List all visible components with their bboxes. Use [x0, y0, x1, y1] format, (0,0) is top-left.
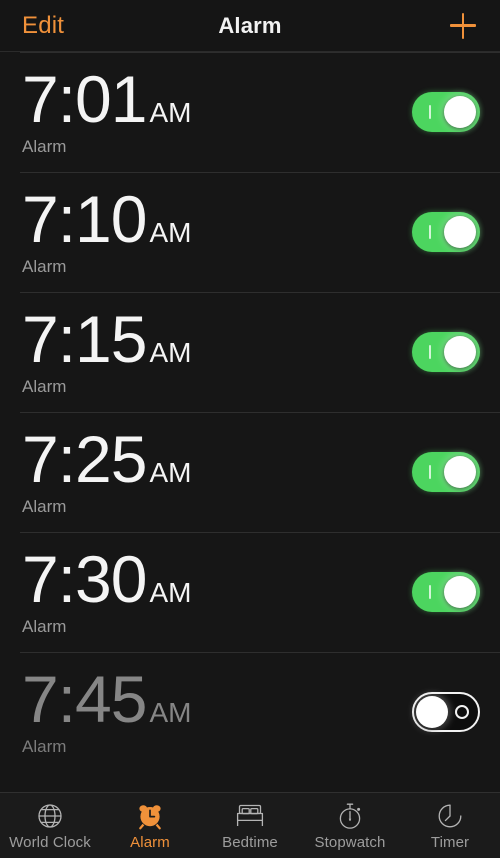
- alarm-time-meridiem: AM: [149, 696, 192, 728]
- alarm-time-digits: 7:15: [22, 301, 147, 376]
- stopwatch-icon: [336, 801, 364, 831]
- alarm-list: 7:01 AM Alarm 7:10 AM Alarm 7:15 AM Alar…: [0, 52, 500, 792]
- alarm-time-meridiem: AM: [149, 336, 192, 368]
- navigation-bar: Edit Alarm: [0, 0, 500, 52]
- tab-bar: World Clock Alarm Bedtime Stopwatch Time…: [0, 792, 500, 858]
- alarm-time: 7:01 AM: [22, 61, 192, 136]
- alarm-label: Alarm: [22, 737, 67, 757]
- alarm-toggle[interactable]: [412, 452, 480, 492]
- alarm-toggle[interactable]: [412, 212, 480, 252]
- alarm-toggle[interactable]: [412, 692, 480, 732]
- alarm-toggle[interactable]: [412, 332, 480, 372]
- alarm-toggle[interactable]: [412, 572, 480, 612]
- toggle-knob: [444, 96, 476, 128]
- toggle-knob: [444, 576, 476, 608]
- globe-icon: [36, 801, 64, 831]
- alarm-time-digits: 7:01: [22, 61, 147, 136]
- alarm-row[interactable]: 7:15 AM Alarm: [0, 292, 500, 412]
- alarm-row[interactable]: 7:45 AM Alarm: [0, 652, 500, 772]
- toggle-knob: [416, 696, 448, 728]
- alarm-time-digits: 7:10: [22, 181, 147, 256]
- alarm-row[interactable]: 7:30 AM Alarm: [0, 532, 500, 652]
- alarm-row[interactable]: 7:25 AM Alarm: [0, 412, 500, 532]
- toggle-on-mark-icon: [429, 105, 431, 119]
- alarm-time-meridiem: AM: [149, 216, 192, 248]
- tab-label: World Clock: [9, 833, 91, 851]
- alarm-label: Alarm: [22, 617, 67, 637]
- alarm-info: 7:10 AM Alarm: [22, 181, 192, 278]
- alarm-label: Alarm: [22, 377, 67, 397]
- alarm-row[interactable]: 7:10 AM Alarm: [0, 172, 500, 292]
- page-title: Alarm: [218, 12, 282, 38]
- alarm-time-meridiem: AM: [149, 96, 192, 128]
- tab-timer[interactable]: Timer: [400, 793, 500, 858]
- tab-alarm[interactable]: Alarm: [100, 793, 200, 858]
- alarm-time-digits: 7:25: [22, 421, 147, 496]
- alarm-time-meridiem: AM: [149, 456, 192, 488]
- alarm-time: 7:45 AM: [22, 661, 192, 736]
- tab-label: Bedtime: [222, 833, 278, 851]
- bed-icon: [235, 801, 265, 831]
- alarm-label: Alarm: [22, 497, 67, 517]
- tab-world-clock[interactable]: World Clock: [0, 793, 100, 858]
- alarm-label: Alarm: [22, 137, 67, 157]
- toggle-knob: [444, 216, 476, 248]
- toggle-knob: [444, 336, 476, 368]
- alarm-clock-icon: [136, 801, 164, 831]
- toggle-on-mark-icon: [429, 465, 431, 479]
- alarm-time-meridiem: AM: [149, 576, 192, 608]
- timer-icon: [436, 801, 464, 831]
- alarm-time-digits: 7:45: [22, 661, 147, 736]
- alarm-time: 7:10 AM: [22, 181, 192, 256]
- tab-stopwatch[interactable]: Stopwatch: [300, 793, 400, 858]
- alarm-info: 7:15 AM Alarm: [22, 301, 192, 398]
- alarm-info: 7:45 AM Alarm: [22, 661, 192, 758]
- alarm-row[interactable]: 7:01 AM Alarm: [0, 52, 500, 172]
- toggle-knob: [444, 456, 476, 488]
- tab-label: Timer: [430, 833, 470, 851]
- alarm-toggle[interactable]: [412, 92, 480, 132]
- alarm-time-digits: 7:30: [22, 541, 147, 616]
- toggle-off-mark-icon: [455, 705, 469, 719]
- add-alarm-button[interactable]: [446, 9, 480, 43]
- alarm-time: 7:15 AM: [22, 301, 192, 376]
- alarm-info: 7:30 AM Alarm: [22, 541, 192, 638]
- tab-bedtime[interactable]: Bedtime: [200, 793, 300, 858]
- alarm-info: 7:25 AM Alarm: [22, 421, 192, 518]
- clock-app-screen: Edit Alarm 7:01 AM Alarm 7:10 AM Alarm 7…: [0, 0, 500, 858]
- alarm-time: 7:30 AM: [22, 541, 192, 616]
- alarm-time: 7:25 AM: [22, 421, 192, 496]
- alarm-label: Alarm: [22, 257, 67, 277]
- toggle-on-mark-icon: [429, 345, 431, 359]
- tab-label: Alarm: [130, 833, 170, 851]
- toggle-on-mark-icon: [429, 225, 431, 239]
- tab-label: Stopwatch: [314, 833, 386, 851]
- alarm-info: 7:01 AM Alarm: [22, 61, 192, 158]
- toggle-on-mark-icon: [429, 585, 431, 599]
